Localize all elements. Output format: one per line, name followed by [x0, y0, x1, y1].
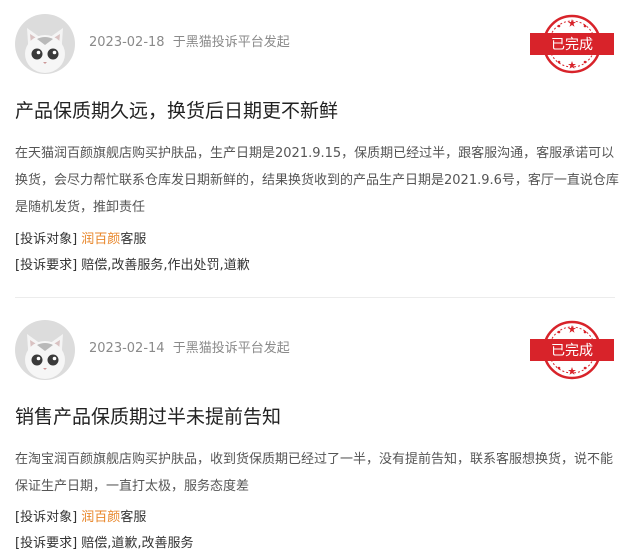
completed-stamp-icon: 已完成 [528, 320, 616, 380]
merchant-link[interactable]: 润百颜 [81, 510, 120, 525]
complaint-description: 在淘宝润百颜旗舰店购买护肤品，收到货保质期已经过了一半，没有提前告知，联系客服想… [15, 452, 614, 494]
complaint-target-row: [投诉对象] 润百颜客服 [15, 231, 146, 249]
cat-avatar-icon[interactable] [15, 320, 75, 380]
complaint-demand-row: [投诉要求] 赔偿,改善服务,作出处罚,道歉 [15, 257, 250, 275]
complaint-target-row: [投诉对象] 润百颜客服 [15, 509, 146, 527]
demand-label: [投诉要求] [15, 536, 78, 551]
target-suffix: 客服 [120, 232, 147, 247]
complaint-title[interactable]: 产品保质期久远，换货后日期更不新鲜 [15, 98, 338, 124]
complaint-date: 2023-02-14 [89, 341, 165, 356]
complaint-meta: 2023-02-14 于黑猫投诉平台发起 [89, 340, 290, 358]
status-stamp-label: 已完成 [551, 37, 593, 53]
complaint-description: 在天猫润百颜旗舰店购买护肤品，生产日期是2021.9.15，保质期已经过半，跟客… [15, 146, 619, 215]
target-label: [投诉对象] [15, 510, 78, 525]
complaint-source: 于黑猫投诉平台发起 [172, 35, 290, 50]
cat-avatar-icon[interactable] [15, 14, 75, 74]
demand-label: [投诉要求] [15, 258, 78, 273]
complaint-feed: 2023-02-18 于黑猫投诉平台发起 已完成 产品保质期久远，换货后日期更不… [0, 0, 635, 555]
demand-value: 赔偿,改善服务,作出处罚,道歉 [81, 258, 250, 273]
complaint-source: 于黑猫投诉平台发起 [172, 341, 290, 356]
card-divider [15, 297, 615, 298]
status-stamp-label: 已完成 [551, 343, 593, 359]
complaint-meta: 2023-02-18 于黑猫投诉平台发起 [89, 34, 290, 52]
demand-value: 赔偿,道歉,改善服务 [81, 536, 194, 551]
complaint-demand-row: [投诉要求] 赔偿,道歉,改善服务 [15, 535, 194, 553]
target-suffix: 客服 [120, 510, 147, 525]
completed-stamp-icon: 已完成 [528, 14, 616, 74]
merchant-link[interactable]: 润百颜 [81, 232, 120, 247]
target-label: [投诉对象] [15, 232, 78, 247]
complaint-date: 2023-02-18 [89, 35, 165, 50]
complaint-title[interactable]: 销售产品保质期过半未提前告知 [15, 404, 281, 430]
